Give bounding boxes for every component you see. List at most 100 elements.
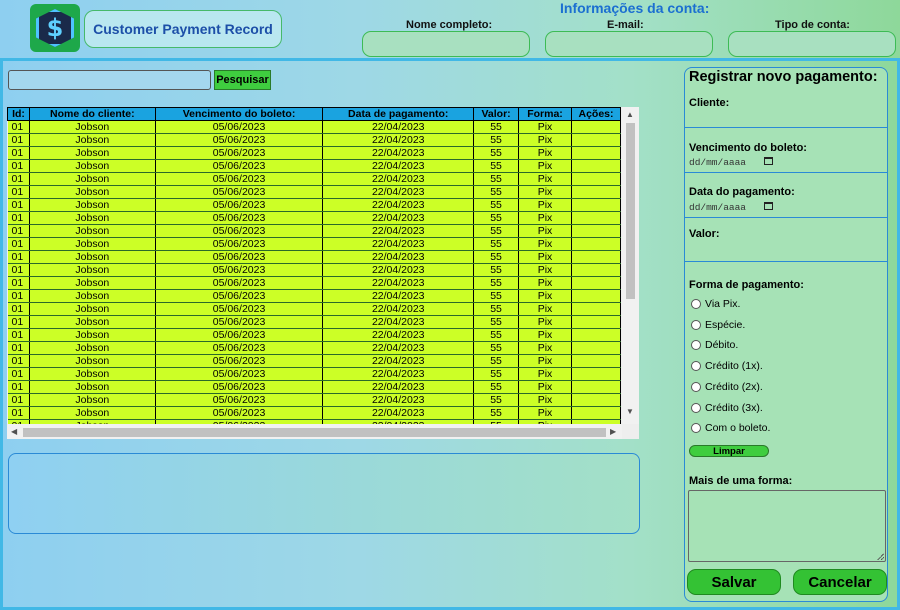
table-row[interactable]: 01Jobson05/06/202322/04/202355Pix [7,250,622,264]
payment-date-input[interactable]: dd/mm/aaaa [689,202,746,213]
save-button[interactable]: Salvar [687,569,781,595]
table-row[interactable]: 01Jobson05/06/202322/04/202355Pix [7,237,622,251]
table-row[interactable]: 01Jobson05/06/202322/04/202355Pix [7,380,622,394]
radio-button[interactable] [691,319,701,330]
amount-input[interactable] [685,261,888,262]
vertical-scroll-thumb[interactable] [626,123,635,299]
table-cell: 01 [7,276,30,290]
payment-method-option[interactable]: Crédito (1x). [691,360,763,372]
table-cell[interactable] [571,315,622,329]
table-cell[interactable] [571,185,622,199]
column-header: Nome do cliente: [28,107,156,121]
search-input[interactable] [8,70,211,90]
calendar-icon[interactable] [764,202,773,210]
table-cell: 22/04/2023 [322,367,475,381]
payment-method-option[interactable]: Débito. [691,339,738,351]
table-cell[interactable] [571,237,622,251]
table-row[interactable]: 01Jobson05/06/202322/04/202355Pix [7,224,622,238]
client-input[interactable] [685,127,888,128]
scroll-up-icon[interactable]: ▲ [626,110,634,119]
table-cell[interactable] [571,367,622,381]
table-cell[interactable] [571,289,622,303]
table-cell[interactable] [571,224,622,238]
radio-button[interactable] [691,423,701,434]
clear-button[interactable]: Limpar [689,445,769,457]
table-cell[interactable] [571,120,622,134]
account-type-field[interactable] [728,31,896,57]
table-row[interactable]: 01Jobson05/06/202322/04/202355Pix [7,328,622,342]
payment-method-option[interactable]: Com o boleto. [691,422,770,434]
table-row[interactable]: 01Jobson05/06/202322/04/202355Pix [7,289,622,303]
table-cell: Pix [518,354,572,368]
table-cell: 22/04/2023 [322,263,475,277]
horizontal-scrollbar[interactable]: ◀ ▶ [7,424,622,439]
due-date-input[interactable]: dd/mm/aaaa [689,157,746,168]
table-cell: 01 [7,302,30,316]
table-cell: Jobson [29,315,156,329]
calendar-icon[interactable] [764,157,773,165]
table-cell[interactable] [571,211,622,225]
table-cell[interactable] [571,341,622,355]
table-row[interactable]: 01Jobson05/06/202322/04/202355Pix [7,198,622,212]
payment-method-option[interactable]: Crédito (2x). [691,381,763,393]
table-row[interactable]: 01Jobson05/06/202322/04/202355Pix [7,211,622,225]
table-cell[interactable] [571,393,622,407]
horizontal-scroll-thumb[interactable] [23,428,606,437]
table-row[interactable]: 01Jobson05/06/202322/04/202355Pix [7,315,622,329]
table-row[interactable]: 01Jobson05/06/202322/04/202355Pix [7,393,622,407]
email-field[interactable] [545,31,713,57]
resize-handle-icon[interactable] [877,553,884,560]
search-button[interactable]: Pesquisar [214,70,271,90]
radio-button[interactable] [691,340,701,351]
table-cell[interactable] [571,328,622,342]
table-cell[interactable] [571,302,622,316]
table-row[interactable]: 01Jobson05/06/202322/04/202355Pix [7,367,622,381]
table-row[interactable]: 01Jobson05/06/202322/04/202355Pix [7,263,622,277]
divider [685,172,888,173]
payment-method-label: Via Pix. [705,298,741,310]
table-row[interactable]: 01Jobson05/06/202322/04/202355Pix [7,172,622,186]
table-cell[interactable] [571,380,622,394]
column-header: Data de pagamento: [322,107,475,121]
multi-method-textarea[interactable] [688,490,886,562]
table-cell[interactable] [571,133,622,147]
table-cell[interactable] [571,198,622,212]
table-cell: Jobson [29,406,156,420]
table-cell[interactable] [571,250,622,264]
table-row[interactable]: 01Jobson05/06/202322/04/202355Pix [7,146,622,160]
table-cell[interactable] [571,263,622,277]
table-row[interactable]: 01Jobson05/06/202322/04/202355Pix [7,341,622,355]
table-cell[interactable] [571,276,622,290]
vertical-scrollbar[interactable]: ▲ ▼ [622,107,639,424]
radio-button[interactable] [691,361,701,372]
radio-button[interactable] [691,402,701,413]
table-cell: 22/04/2023 [322,159,475,173]
table-cell: 01 [7,172,30,186]
table-row[interactable]: 01Jobson05/06/202322/04/202355Pix [7,406,622,420]
cancel-button[interactable]: Cancelar [793,569,887,595]
table-cell: 22/04/2023 [322,393,475,407]
table-row[interactable]: 01Jobson05/06/202322/04/202355Pix [7,120,622,134]
payment-method-option[interactable]: Espécie. [691,319,745,331]
table-cell: 01 [7,367,30,381]
table-cell[interactable] [571,406,622,420]
table-row[interactable]: 01Jobson05/06/202322/04/202355Pix [7,159,622,173]
full-name-field[interactable] [362,31,530,57]
table-cell: 22/04/2023 [322,302,475,316]
table-cell[interactable] [571,354,622,368]
payment-method-option[interactable]: Crédito (3x). [691,402,763,414]
radio-button[interactable] [691,381,701,392]
table-cell[interactable] [571,146,622,160]
table-row[interactable]: 01Jobson05/06/202322/04/202355Pix [7,302,622,316]
table-row[interactable]: 01Jobson05/06/202322/04/202355Pix [7,133,622,147]
payment-method-option[interactable]: Via Pix. [691,298,740,310]
table-row[interactable]: 01Jobson05/06/202322/04/202355Pix [7,354,622,368]
scroll-right-icon[interactable]: ▶ [610,427,616,436]
table-cell[interactable] [571,159,622,173]
radio-button[interactable] [691,299,701,309]
table-row[interactable]: 01Jobson05/06/202322/04/202355Pix [7,276,622,290]
scroll-down-icon[interactable]: ▼ [626,407,634,416]
scroll-left-icon[interactable]: ◀ [11,427,17,436]
table-row[interactable]: 01Jobson05/06/202322/04/202355Pix [7,185,622,199]
table-cell[interactable] [571,172,622,186]
